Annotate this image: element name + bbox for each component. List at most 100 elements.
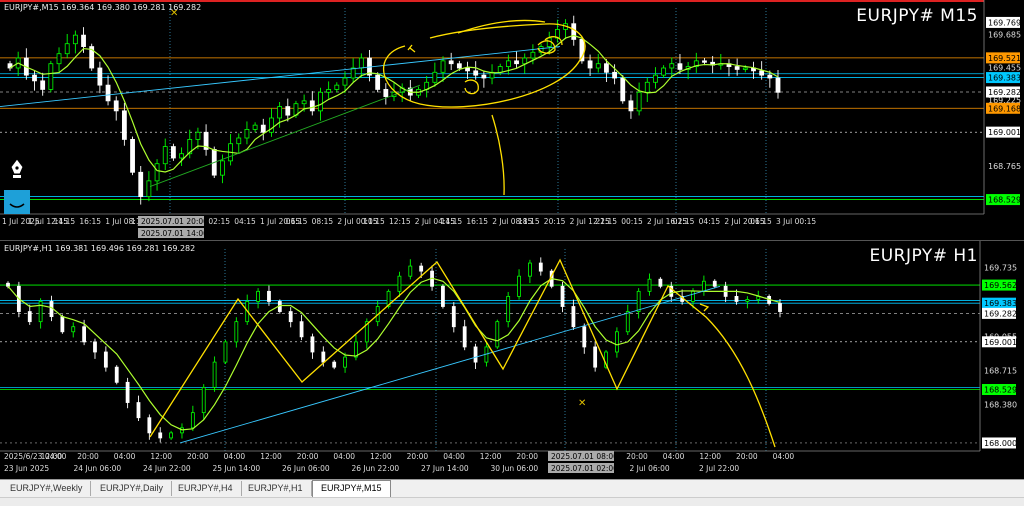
candle-body [147, 417, 152, 434]
candle-body [81, 34, 86, 47]
candle-body [560, 285, 565, 307]
candle-body [154, 163, 160, 182]
h1-symbol-info: EURJPY#,H1 169.381 169.496 169.281 169.2… [4, 244, 196, 253]
time-label: 27 Jun 14:00 [421, 464, 469, 473]
price-label: 169.168 [988, 104, 1021, 113]
candle-body [332, 361, 337, 368]
price-label: 168.529 [984, 386, 1017, 395]
candle-body [93, 341, 97, 353]
price-label: 169.383 [984, 299, 1017, 308]
candle-body [514, 60, 519, 65]
crosshair-marker: ✕ [578, 398, 586, 409]
candle-body [162, 146, 168, 165]
cursor-time-label: 2025.07.01 02:00 [551, 464, 618, 473]
candle-body [334, 84, 340, 90]
time-label: 24 Jun 06:00 [74, 464, 122, 473]
candle-body [669, 63, 675, 69]
candle-body [647, 278, 652, 292]
candle-body [661, 67, 667, 76]
time-label-upper: 04:00 [224, 452, 246, 461]
candle-body [759, 70, 765, 76]
candle-body [285, 106, 291, 116]
moving-average-line [9, 34, 779, 173]
h1-chart-pane[interactable]: 169.735169.562169.383169.282169.055169.0… [0, 241, 1024, 479]
candle-body [582, 326, 587, 348]
candle-body [236, 137, 242, 145]
h1-chart-canvas[interactable]: 169.735169.562169.383169.282169.055169.0… [0, 241, 1024, 479]
candle-body [64, 43, 70, 55]
time-label: 22:15 [595, 217, 617, 226]
candle-body [625, 311, 630, 333]
cursor-time-label: 2025.07.01 14:00 [141, 229, 208, 238]
candle-body [440, 60, 446, 73]
candle-body [256, 290, 260, 302]
time-label: 2 Jul 06:00 [630, 464, 670, 473]
price-label: 169.735 [984, 264, 1017, 273]
candle-body [321, 351, 326, 363]
candle-body [220, 160, 225, 176]
time-label-upper: 12:00 [480, 452, 502, 461]
candle-body [734, 296, 739, 302]
candle-body [702, 60, 707, 63]
candle-body [358, 57, 364, 69]
candle-body [171, 146, 176, 159]
time-label: 30 Jun 06:00 [491, 464, 539, 473]
candle-body [136, 402, 141, 419]
candle-body [571, 23, 577, 40]
time-label: 24 Jun 22:00 [143, 464, 191, 473]
candle-body [712, 280, 717, 287]
time-label-upper: 04:00 [114, 452, 136, 461]
h1-chart-title: EURJPY# H1 [869, 246, 978, 266]
time-label-upper: 12:00 [699, 452, 721, 461]
time-label-upper: 20:00 [297, 452, 319, 461]
top-border [0, 0, 1024, 2]
candle-body [677, 63, 683, 70]
time-label-upper: 12:00 [370, 452, 392, 461]
time-label: 20:15 [544, 217, 566, 226]
freehand-annotation [149, 258, 776, 448]
candle-body [343, 356, 347, 368]
candle-body [419, 265, 424, 272]
candle-body [745, 299, 750, 302]
candle-body [169, 432, 173, 439]
time-label: 00:15 [621, 217, 643, 226]
tab-h4[interactable]: EURJPY#,H4 [170, 481, 242, 496]
candle-body [97, 67, 103, 86]
candle-body [38, 301, 43, 323]
time-label-upper: 04:00 [443, 452, 465, 461]
tab-m15[interactable]: EURJPY#,M15 [312, 480, 391, 498]
candle-body [451, 306, 456, 328]
price-label: 169.685 [988, 30, 1021, 39]
time-label: 23 Jun 2025 [4, 464, 49, 473]
candle-body [72, 34, 78, 45]
candle-body [495, 321, 500, 348]
candle-body [146, 180, 152, 197]
freehand-annotation [407, 44, 416, 53]
candle-body [778, 303, 782, 312]
candle-body [701, 280, 706, 292]
tab-weekly[interactable]: EURJPY#,Weekly [2, 481, 92, 496]
time-label-upper: 12:00 [150, 452, 172, 461]
price-label: 169.282 [984, 309, 1017, 318]
m15-chart-pane[interactable]: 169.769 169.685 169.521 169.455 169.383 169.2… [0, 0, 1024, 240]
chart-tab-bar: EURJPY#,Weekly EURJPY#,Daily EURJPY#,H4 … [0, 479, 1024, 498]
candle-body [408, 265, 413, 277]
candle-body [383, 89, 389, 97]
m15-symbol-info: EURJPY#,M15 169.364 169.380 169.281 169.… [4, 3, 202, 12]
price-label: 168.000 [984, 439, 1017, 448]
tab-daily[interactable]: EURJPY#,Daily [92, 481, 173, 496]
tab-h1[interactable]: EURJPY#,H1 [240, 481, 312, 496]
time-label-upper: 12:00 [260, 452, 282, 461]
candle-body [56, 53, 62, 65]
candle-body [234, 321, 239, 343]
m15-chart-canvas[interactable]: 169.769169.685169.521169.455169.383169.2… [0, 0, 1024, 240]
freehand-annotation [699, 303, 710, 312]
trendline [179, 285, 721, 444]
time-label: 26 Jun 22:00 [352, 464, 400, 473]
candle-body [505, 60, 511, 67]
candle-body [309, 100, 315, 112]
candle-body [190, 412, 195, 429]
pen-tool-icon[interactable] [8, 158, 26, 180]
candle-body [32, 74, 37, 82]
candle-body [113, 100, 119, 112]
